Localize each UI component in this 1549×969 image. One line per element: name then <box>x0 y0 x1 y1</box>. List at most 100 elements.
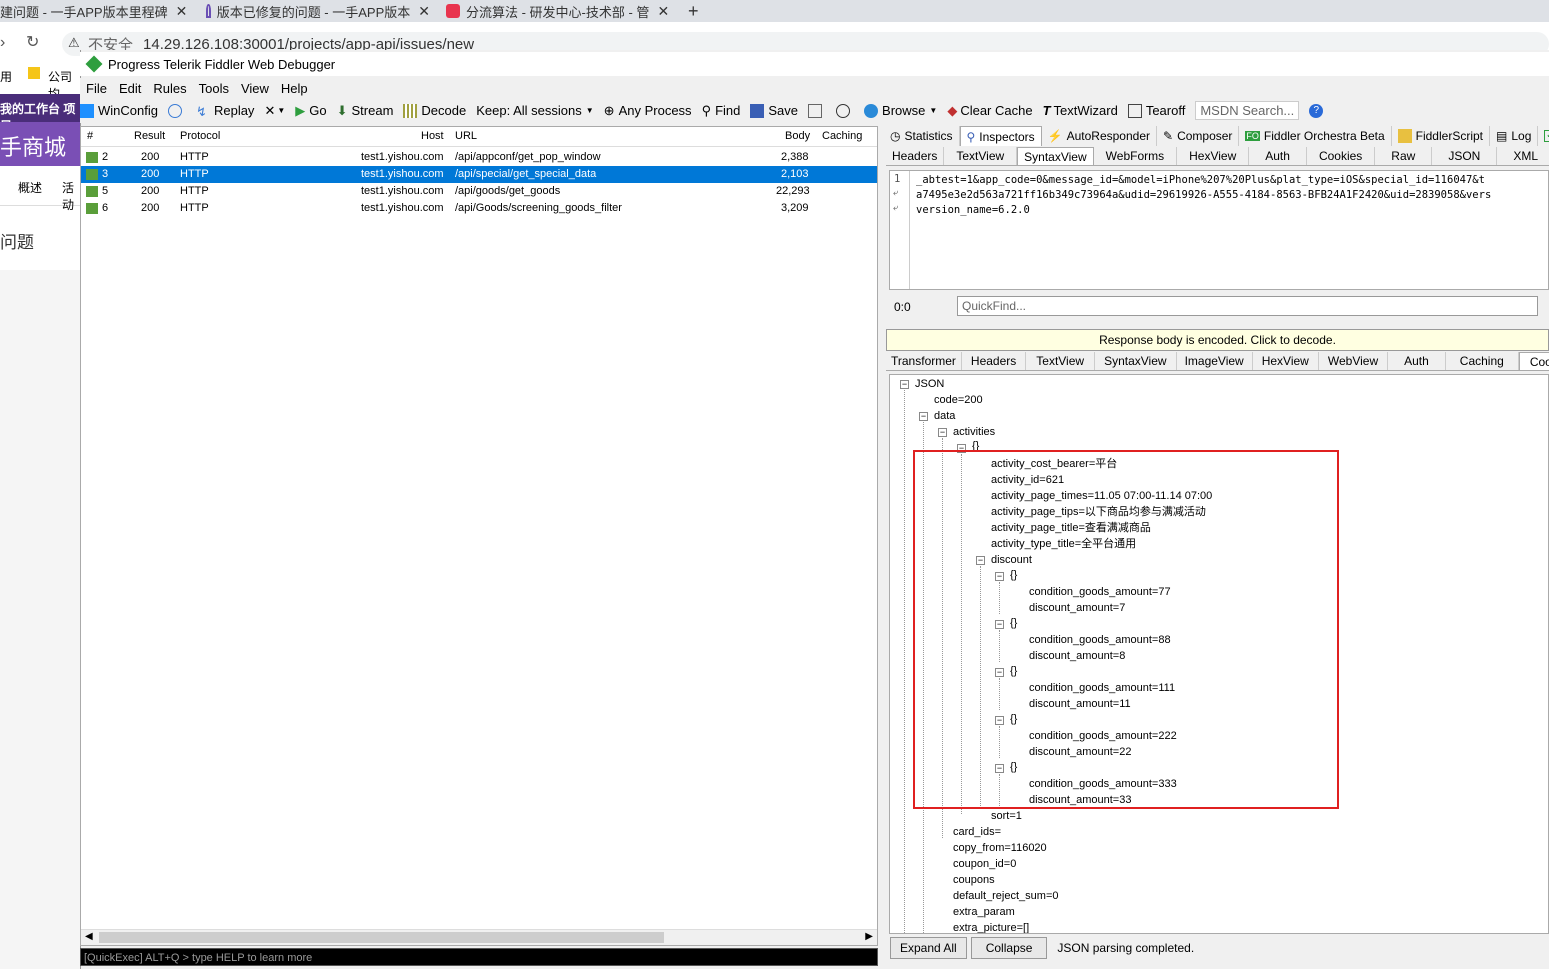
resp-tab-transformer[interactable]: Transformer <box>886 352 962 370</box>
tab-autoresponder[interactable]: ⚡ AutoResponder <box>1042 126 1157 146</box>
save-button[interactable]: Save <box>750 103 798 118</box>
scroll-thumb[interactable] <box>99 932 664 943</box>
decode-button[interactable]: Decode <box>403 103 466 118</box>
remove-button[interactable]: ✕ ▼ <box>264 103 285 119</box>
new-tab-button[interactable]: + <box>688 0 708 22</box>
req-tab-textview[interactable]: TextView <box>944 147 1018 165</box>
tearoff-button[interactable]: Tearoff <box>1127 103 1185 118</box>
tree-node[interactable]: sort=1 <box>991 808 1022 824</box>
browse-button[interactable]: Browse ▼ <box>864 103 937 118</box>
tab-orchestra[interactable]: FO Fiddler Orchestra Beta <box>1239 126 1392 146</box>
req-tab-json[interactable]: JSON <box>1432 147 1498 165</box>
col-url[interactable]: URL <box>455 130 477 142</box>
clear-cache-button[interactable]: ◆ Clear Cache <box>947 103 1032 119</box>
browser-tab-3[interactable]: 分流算法 - 研发中心-技术部 - 管 ✕ <box>446 0 670 22</box>
reload-icon[interactable]: ↻ <box>26 32 39 52</box>
tab-inspectors[interactable]: ⚲ Inspectors <box>959 126 1042 146</box>
tree-node[interactable]: coupons <box>953 872 995 888</box>
resp-tab-textview[interactable]: TextView <box>1026 352 1096 370</box>
col-number[interactable]: # <box>87 130 93 142</box>
req-tab-hexview[interactable]: HexView <box>1177 147 1250 165</box>
session-row-selected[interactable]: 3 200 HTTP test1.yishou.com /api/special… <box>81 166 877 183</box>
stream-button[interactable]: ⬇ Stream <box>337 103 394 119</box>
resp-tab-imageview[interactable]: ImageView <box>1177 352 1253 370</box>
req-tab-raw[interactable]: Raw <box>1375 147 1433 165</box>
req-tab-cookies[interactable]: Cookies <box>1307 147 1376 165</box>
timer-button[interactable] <box>836 103 854 118</box>
process-filter-button[interactable]: ⊕ Any Process <box>604 103 692 119</box>
resp-tab-auth[interactable]: Auth <box>1388 352 1446 370</box>
collapse-toggle[interactable]: − <box>938 428 947 437</box>
req-tab-syntaxview[interactable]: SyntaxView <box>1017 147 1094 165</box>
help-button[interactable]: ? <box>1309 103 1327 118</box>
horizontal-scrollbar[interactable]: ◀ ▶ <box>81 929 877 945</box>
forward-icon[interactable]: › <box>0 34 5 52</box>
quickexec-input[interactable]: [QuickExec] ALT+Q > type HELP to learn m… <box>80 948 878 966</box>
resp-tab-syntaxview[interactable]: SyntaxView <box>1095 352 1177 370</box>
resp-tab-headers[interactable]: Headers <box>962 352 1027 370</box>
go-button[interactable]: ▶ Go <box>295 103 326 119</box>
web-tab-overview[interactable]: 概述 <box>18 179 42 196</box>
session-row[interactable]: 5 200 HTTP test1.yishou.com /api/goods/g… <box>81 183 877 200</box>
collapse-button[interactable]: Collapse <box>970 937 1048 959</box>
find-button[interactable]: ⚲ Find <box>702 103 741 119</box>
tree-node[interactable]: extra_param <box>953 904 1015 920</box>
col-host[interactable]: Host <box>421 130 444 142</box>
keep-sessions-dropdown[interactable]: Keep: All sessions ▼ <box>476 103 593 118</box>
comment-button[interactable] <box>167 103 186 118</box>
col-caching[interactable]: Caching <box>822 130 862 142</box>
tree-node[interactable]: coupon_id=0 <box>953 856 1016 872</box>
expand-all-button[interactable]: Expand All <box>890 937 967 959</box>
close-icon[interactable]: ✕ <box>176 3 188 20</box>
session-row[interactable]: 6 200 HTTP test1.yishou.com /api/Goods/s… <box>81 200 877 217</box>
replay-button[interactable]: ↯ Replay <box>196 103 254 119</box>
resp-tab-webview[interactable]: WebView <box>1319 352 1389 370</box>
resp-tab-cookies[interactable]: Cookies <box>1518 352 1549 370</box>
req-tab-headers[interactable]: Headers <box>886 147 945 165</box>
col-protocol[interactable]: Protocol <box>180 130 220 142</box>
web-tab-activity[interactable]: 活动 <box>62 179 80 213</box>
winconfig-button[interactable]: WinConfig <box>80 103 158 118</box>
decode-notice[interactable]: Response body is encoded. Click to decod… <box>886 329 1549 351</box>
tab-log[interactable]: ▤ Log <box>1490 126 1539 146</box>
bookmark-apps[interactable]: 用 <box>0 68 12 85</box>
tree-node[interactable]: data <box>934 408 955 424</box>
request-body-editor[interactable]: 1 ⤶ ⤶ _abtest=1&app_code=0&message_id=&m… <box>889 170 1549 290</box>
browser-tab-1[interactable]: 建问题 - 一手APP版本里程碑 ✕ <box>0 0 190 22</box>
tree-node[interactable]: default_reject_sum=0 <box>953 888 1058 904</box>
screenshot-button[interactable] <box>808 103 826 118</box>
req-tab-xml[interactable]: XML <box>1497 147 1549 165</box>
menu-file[interactable]: File <box>86 81 107 96</box>
msdn-search-input[interactable]: MSDN Search... <box>1195 101 1300 120</box>
tab-statistics[interactable]: ◷ Statistics <box>884 126 960 146</box>
close-icon[interactable]: ✕ <box>418 3 430 20</box>
col-result[interactable]: Result <box>134 130 165 142</box>
scroll-right-icon[interactable]: ▶ <box>865 931 873 942</box>
tree-node[interactable]: code=200 <box>934 392 983 408</box>
tree-node[interactable]: copy_from=116020 <box>953 840 1047 856</box>
collapse-toggle[interactable]: − <box>900 380 909 389</box>
menu-help[interactable]: Help <box>281 81 308 96</box>
browser-tab-2[interactable]: 版本已修复的问题 - 一手APP版本 ✕ <box>206 0 430 22</box>
tree-node-root[interactable]: JSON <box>915 376 944 392</box>
session-row[interactable]: 2 200 HTTP test1.yishou.com /api/appconf… <box>81 149 877 166</box>
resp-tab-caching[interactable]: Caching <box>1446 352 1519 370</box>
col-body[interactable]: Body <box>785 130 810 142</box>
tree-node[interactable]: extra_picture=[] <box>953 920 1029 933</box>
req-tab-webforms[interactable]: WebForms <box>1094 147 1178 165</box>
close-icon[interactable]: ✕ <box>657 3 669 20</box>
quickfind-input[interactable]: QuickFind... <box>957 296 1538 316</box>
tab-fiddlerscript[interactable]: FiddlerScript <box>1392 126 1490 146</box>
tab-composer[interactable]: ✎ Composer <box>1157 126 1240 146</box>
menu-tools[interactable]: Tools <box>199 81 229 96</box>
scroll-left-icon[interactable]: ◀ <box>85 931 93 942</box>
menu-edit[interactable]: Edit <box>119 81 141 96</box>
collapse-toggle[interactable]: − <box>919 412 928 421</box>
menu-view[interactable]: View <box>241 81 269 96</box>
menu-rules[interactable]: Rules <box>153 81 186 96</box>
web-nav[interactable]: 我的工作台 项目 <box>0 94 80 133</box>
tree-node[interactable]: card_ids= <box>953 824 1001 840</box>
tab-filters[interactable]: ✓ <box>1538 126 1549 146</box>
req-tab-auth[interactable]: Auth <box>1249 147 1307 165</box>
resp-tab-hexview[interactable]: HexView <box>1253 352 1319 370</box>
